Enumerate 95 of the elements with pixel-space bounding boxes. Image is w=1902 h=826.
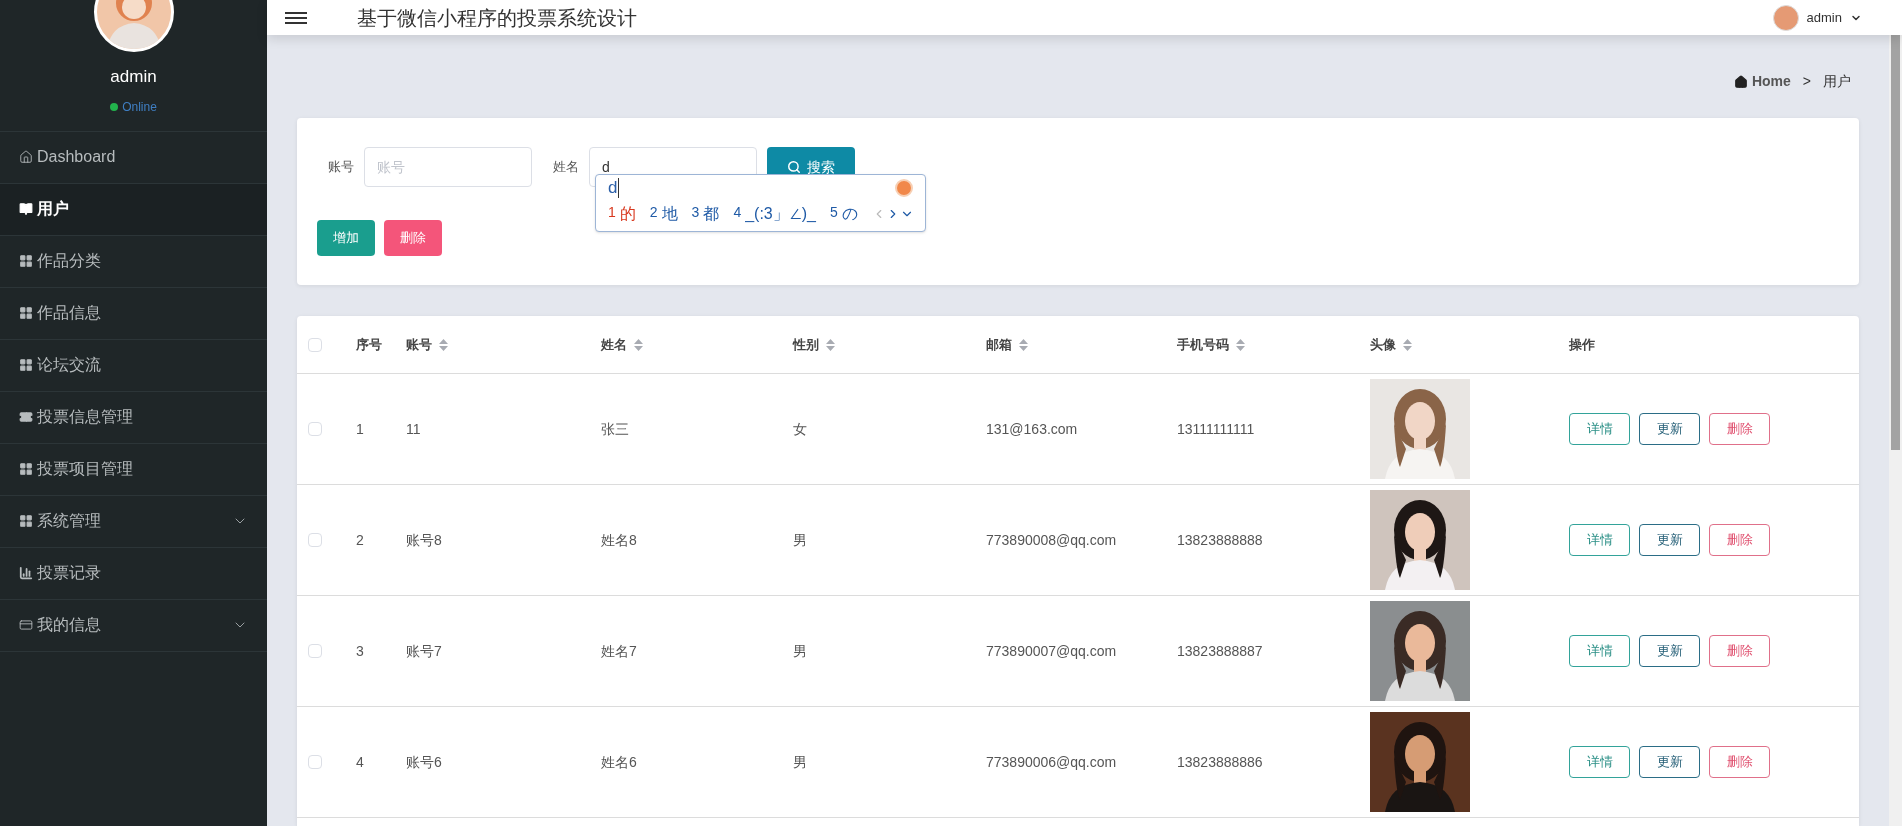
ime-candidate[interactable]: 3 都 (691, 202, 720, 226)
grid-icon (19, 514, 33, 528)
breadcrumb-item: 用户 (1823, 72, 1851, 91)
table-cell-text: 张三 (601, 419, 630, 439)
column-header: 操作 (1569, 335, 1595, 354)
select-all-checkbox[interactable] (308, 337, 322, 352)
sort-icon[interactable] (634, 338, 643, 351)
update-button[interactable]: 更新 (1639, 746, 1700, 778)
table-cell-text: 女 (793, 419, 808, 439)
table-cell-text: 2 (356, 530, 365, 550)
table-cell-text: 姓名7 (601, 641, 638, 661)
grid-icon (19, 358, 33, 372)
row-checkbox[interactable] (308, 755, 322, 769)
table-cell-text: 773890007@qq.com (986, 641, 1118, 661)
row-checkbox[interactable] (308, 644, 322, 658)
sidebar-item[interactable]: Dashboard (0, 130, 267, 183)
search-field[interactable]: 账号 (364, 147, 532, 187)
app-title: 基于微信小程序的投票系统设计 (357, 5, 637, 31)
table-cell-text: 姓名8 (601, 530, 638, 550)
update-button[interactable]: 更新 (1639, 635, 1700, 667)
ime-candidate[interactable]: 1 的 (608, 202, 636, 226)
field-label: 姓名 (553, 158, 579, 177)
ime-candidate[interactable]: 4 _(:3」∠)_ (733, 202, 816, 226)
table-cell-text: 账号8 (406, 530, 443, 550)
table-cell-text: 账号6 (406, 752, 443, 772)
user-menu[interactable]: admin (1772, 4, 1862, 31)
book-icon (19, 202, 33, 216)
table-cell-text: 13823888886 (1177, 752, 1264, 772)
user-name: admin (110, 66, 157, 88)
column-header: 性别 (793, 335, 819, 354)
delete-button[interactable]: 删除 (1709, 524, 1770, 556)
field-label: 账号 (328, 158, 354, 177)
ticket-icon (19, 410, 33, 424)
table-cell-text: 13111111111 (1177, 419, 1256, 439)
column-header: 姓名 (601, 335, 627, 354)
update-button[interactable]: 更新 (1639, 524, 1700, 556)
table-cell-text: 1 (356, 419, 365, 439)
sidebar-item[interactable]: 系统管理 (0, 494, 267, 547)
sort-icon[interactable] (1403, 338, 1412, 351)
table-cell-text: 姓名6 (601, 752, 638, 772)
sidebar-item[interactable]: 我的信息 (0, 598, 267, 651)
sort-icon[interactable] (1236, 338, 1245, 351)
menu-icon[interactable] (285, 11, 307, 24)
detail-button[interactable]: 详情 (1569, 746, 1630, 778)
row-checkbox[interactable] (308, 533, 322, 547)
update-button[interactable]: 更新 (1639, 413, 1700, 445)
table-cell-text: 3 (356, 641, 365, 661)
detail-button[interactable]: 详情 (1569, 413, 1630, 445)
table-cell-text: 131@163.com (986, 419, 1079, 439)
column-header: 邮箱 (986, 335, 1012, 354)
sidebar-item[interactable]: 投票信息管理 (0, 390, 267, 443)
breadcrumb-item: > (1802, 72, 1811, 91)
table-cell-text: 13823888887 (1177, 641, 1264, 661)
sidebar-item[interactable]: 作品信息 (0, 286, 267, 339)
home-icon (19, 150, 33, 164)
ime-logo-icon (895, 179, 913, 197)
sidebar-item[interactable]: 投票记录 (0, 546, 267, 599)
scrollbar[interactable] (1889, 35, 1902, 826)
breadcrumb-item[interactable]: Home (1751, 71, 1791, 92)
card-icon (19, 618, 33, 632)
row-checkbox[interactable] (308, 422, 322, 436)
column-header: 序号 (356, 335, 382, 354)
grid-icon (19, 462, 33, 476)
sidebar-item[interactable]: 论坛交流 (0, 338, 267, 391)
table-cell-text: 11 (406, 419, 422, 439)
grid-icon (19, 306, 33, 320)
column-header: 手机号码 (1177, 335, 1229, 354)
table-cell-text: 男 (793, 641, 808, 661)
delete-button[interactable]: 删除 (1709, 413, 1770, 445)
table-cell-text: 13823888888 (1177, 530, 1264, 550)
table-cell-text: 账号7 (406, 641, 443, 661)
table-cell-text: 773890008@qq.com (986, 530, 1118, 550)
delete-button[interactable]: 删除 (1709, 635, 1770, 667)
sidebar-item[interactable]: 作品分类 (0, 234, 267, 287)
detail-button[interactable]: 详情 (1569, 524, 1630, 556)
column-header: 账号 (406, 335, 432, 354)
table-cell-text: 773890006@qq.com (986, 752, 1118, 772)
status-label: Online (122, 98, 157, 116)
sidebar-item[interactable]: 用户 (0, 182, 267, 235)
delete-button[interactable]: 删除 (1709, 746, 1770, 778)
grid-icon (19, 254, 33, 268)
ime-candidate[interactable]: 2 地 (649, 202, 678, 226)
home-icon (1733, 74, 1748, 89)
table-cell-text: 男 (793, 530, 808, 550)
bar-chart-icon (19, 566, 33, 580)
detail-button[interactable]: 详情 (1569, 635, 1630, 667)
sort-icon[interactable] (439, 338, 448, 351)
ime-candidate[interactable]: 5 の (830, 202, 858, 226)
sidebar-item[interactable]: 投票项目管理 (0, 442, 267, 495)
table-cell-text: 男 (793, 752, 808, 772)
table-cell-text: 4 (356, 752, 365, 772)
user-avatar-small (1772, 4, 1799, 31)
sort-icon[interactable] (1019, 338, 1028, 351)
column-header: 头像 (1370, 335, 1396, 354)
sort-icon[interactable] (826, 338, 835, 351)
